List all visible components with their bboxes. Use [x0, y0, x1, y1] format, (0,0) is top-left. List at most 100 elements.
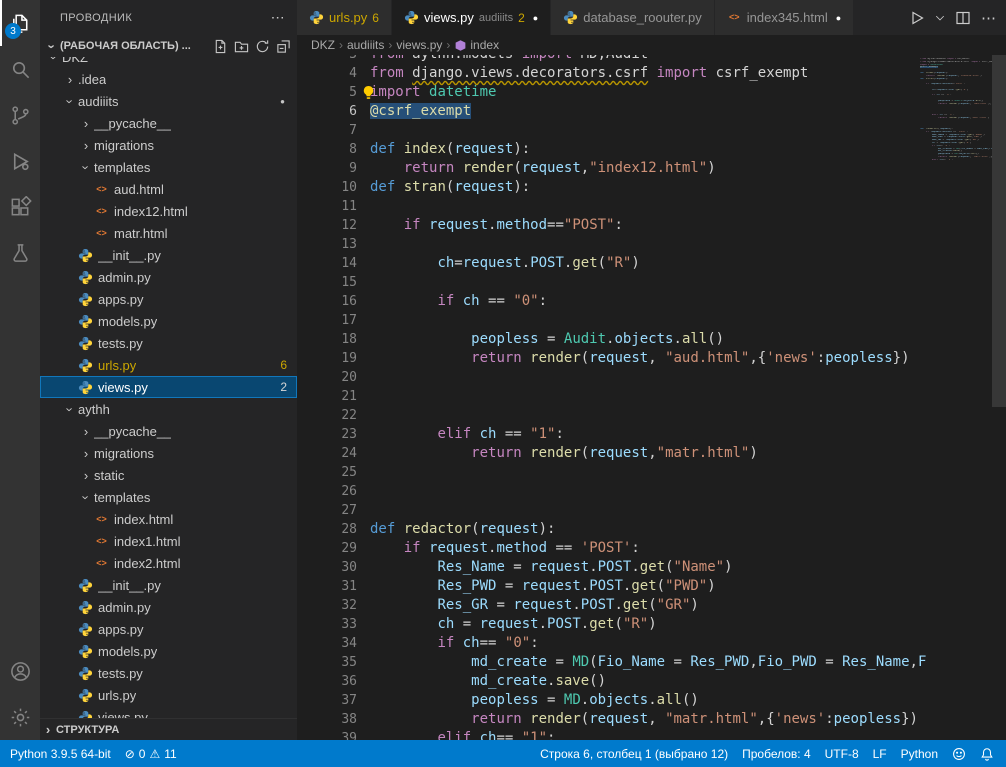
code-line-20[interactable]: 20 [297, 368, 1006, 387]
tree-item-index-html[interactable]: <>index.html [40, 508, 297, 530]
code-line-39[interactable]: 39 elif ch== "1": [297, 729, 1006, 740]
tab-views-py[interactable]: views.pyaudiiits2● [392, 0, 551, 35]
testing-icon[interactable] [0, 230, 40, 276]
tree-item-index1-html[interactable]: <>index1.html [40, 530, 297, 552]
cursor-position-status[interactable]: Строка 6, столбец 1 (выбрано 12) [540, 747, 728, 761]
tree-item-models-py[interactable]: models.py [40, 310, 297, 332]
feedback-smiley-icon[interactable] [952, 747, 966, 761]
tree-item-templates[interactable]: ›templates [40, 156, 297, 178]
breadcrumb-item[interactable]: DKZ [311, 38, 335, 52]
tab-urls-py[interactable]: urls.py6 [297, 0, 392, 35]
code-line-33[interactable]: 33 ch = request.POST.get("R") [297, 615, 1006, 634]
eol-status[interactable]: LF [873, 747, 887, 761]
code-line-27[interactable]: 27 [297, 501, 1006, 520]
tree-item-dkz[interactable]: ›DKZ [40, 57, 297, 68]
code-line-32[interactable]: 32 Res_GR = request.POST.get("GR") [297, 596, 1006, 615]
run-dropdown-icon[interactable] [935, 13, 945, 23]
source-control-icon[interactable] [0, 92, 40, 138]
new-file-icon[interactable] [213, 39, 228, 54]
tree-item-tests-py[interactable]: tests.py [40, 662, 297, 684]
code-editor[interactable]: 3from aythh.models import MD,Audit4from … [297, 55, 1006, 740]
editor-scrollbar[interactable] [992, 55, 1006, 407]
code-line-14[interactable]: 14 ch=request.POST.get("R") [297, 254, 1006, 273]
code-line-13[interactable]: 13 [297, 235, 1006, 254]
tree-item-views-py[interactable]: views.py2 [40, 376, 297, 398]
explorer-icon[interactable]: 3 [0, 0, 40, 46]
new-folder-icon[interactable] [234, 39, 249, 54]
code-line-15[interactable]: 15 [297, 273, 1006, 292]
tree-item-apps-py[interactable]: apps.py [40, 288, 297, 310]
refresh-icon[interactable] [255, 39, 270, 54]
tree-item--pycache-[interactable]: ›__pycache__ [40, 420, 297, 442]
tree-item-tests-py[interactable]: tests.py [40, 332, 297, 354]
tree-item-index2-html[interactable]: <>index2.html [40, 552, 297, 574]
code-line-7[interactable]: 7 [297, 121, 1006, 140]
account-icon[interactable] [0, 648, 40, 694]
code-line-29[interactable]: 29 if request.method == 'POST': [297, 539, 1006, 558]
notifications-bell-icon[interactable] [980, 747, 994, 761]
tree-item--init-py[interactable]: __init__.py [40, 244, 297, 266]
tree-item-urls-py[interactable]: urls.py6 [40, 354, 297, 376]
tree-item--init-py[interactable]: __init__.py [40, 574, 297, 596]
code-line-38[interactable]: 38 return render(request, "matr.html",{'… [297, 710, 1006, 729]
tree-item-templates[interactable]: ›templates [40, 486, 297, 508]
tree-item--idea[interactable]: ›.idea [40, 68, 297, 90]
code-line-24[interactable]: 24 return render(request,"matr.html") [297, 444, 1006, 463]
tree-item-admin-py[interactable]: admin.py [40, 266, 297, 288]
search-icon[interactable] [0, 46, 40, 92]
dirty-dot-icon[interactable]: ● [836, 13, 841, 23]
tree-item-migrations[interactable]: ›migrations [40, 134, 297, 156]
code-line-34[interactable]: 34 if ch== "0": [297, 634, 1006, 653]
breadcrumb-item[interactable]: views.py [396, 38, 442, 52]
tree-item-audiiits[interactable]: ›audiiits● [40, 90, 297, 112]
indentation-status[interactable]: Пробелов: 4 [742, 747, 811, 761]
code-line-4[interactable]: 4from django.views.decorators.csrf impor… [297, 64, 1006, 83]
tree-item-apps-py[interactable]: apps.py [40, 618, 297, 640]
tree-item-aythh[interactable]: ›aythh [40, 398, 297, 420]
minimap[interactable]: from aythh.models import MD,Auditfrom dj… [920, 58, 992, 161]
settings-gear-icon[interactable] [0, 694, 40, 740]
code-line-26[interactable]: 26 [297, 482, 1006, 501]
code-line-31[interactable]: 31 Res_PWD = request.POST.get("PWD") [297, 577, 1006, 596]
run-button[interactable] [909, 10, 925, 26]
workspace-section-header[interactable]: › (РАБОЧАЯ ОБЛАСТЬ) ... [40, 35, 297, 57]
tree-item-index12-html[interactable]: <>index12.html [40, 200, 297, 222]
code-line-6[interactable]: 6@csrf_exempt [297, 102, 1006, 121]
extensions-icon[interactable] [0, 184, 40, 230]
code-line-35[interactable]: 35 md_create = MD(Fio_Name = Res_PWD,Fio… [297, 653, 1006, 672]
code-line-22[interactable]: 22 [297, 406, 1006, 425]
sidebar-more-actions-icon[interactable]: ⋯ [271, 9, 285, 26]
python-interpreter-status[interactable]: Python 3.9.5 64-bit [10, 747, 111, 761]
code-line-12[interactable]: 12 if request.method=="POST": [297, 216, 1006, 235]
breadcrumb-item[interactable]: index [454, 38, 499, 52]
code-line-25[interactable]: 25 [297, 463, 1006, 482]
encoding-status[interactable]: UTF-8 [825, 747, 859, 761]
tree-item-migrations[interactable]: ›migrations [40, 442, 297, 464]
tree-item-models-py[interactable]: models.py [40, 640, 297, 662]
code-line-19[interactable]: 19 return render(request, "aud.html",{'n… [297, 349, 1006, 368]
outline-section-header[interactable]: › СТРУКТУРА [40, 718, 297, 740]
code-line-17[interactable]: 17 [297, 311, 1006, 330]
code-line-28[interactable]: 28def redactor(request): [297, 520, 1006, 539]
problems-status[interactable]: ⊘ 0 ⚠ 11 [125, 747, 177, 761]
dirty-dot-icon[interactable]: ● [533, 13, 538, 23]
code-line-23[interactable]: 23 elif ch == "1": [297, 425, 1006, 444]
run-debug-icon[interactable] [0, 138, 40, 184]
lightbulb-icon[interactable] [361, 85, 376, 100]
tab-database-roouter-py[interactable]: database_roouter.py [551, 0, 715, 35]
code-line-10[interactable]: 10def stran(request): [297, 178, 1006, 197]
tree-item-matr-html[interactable]: <>matr.html [40, 222, 297, 244]
code-line-16[interactable]: 16 if ch == "0": [297, 292, 1006, 311]
tree-item-aud-html[interactable]: <>aud.html [40, 178, 297, 200]
code-line-3[interactable]: 3from aythh.models import MD,Audit [297, 55, 1006, 64]
split-editor-button[interactable] [955, 10, 971, 26]
code-line-30[interactable]: 30 Res_Name = request.POST.get("Name") [297, 558, 1006, 577]
tree-item-admin-py[interactable]: admin.py [40, 596, 297, 618]
tree-item-static[interactable]: ›static [40, 464, 297, 486]
code-line-8[interactable]: 8def index(request): [297, 140, 1006, 159]
code-line-9[interactable]: 9 return render(request,"index12.html") [297, 159, 1006, 178]
code-line-37[interactable]: 37 peopless = MD.objects.all() [297, 691, 1006, 710]
tab-index345-html[interactable]: <>index345.html● [715, 0, 854, 35]
code-line-36[interactable]: 36 md_create.save() [297, 672, 1006, 691]
tree-item--pycache-[interactable]: ›__pycache__ [40, 112, 297, 134]
